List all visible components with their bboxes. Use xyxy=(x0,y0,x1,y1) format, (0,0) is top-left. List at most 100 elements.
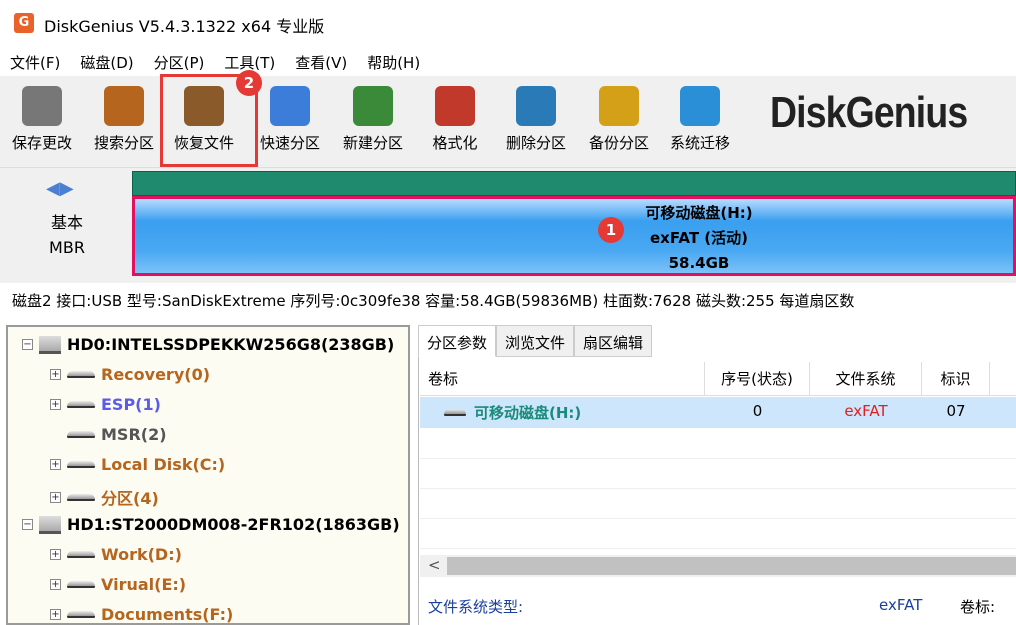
tree-label: Virual(E:) xyxy=(101,575,187,594)
table-row[interactable]: 可移动磁盘(H:) 0 exFAT 07 xyxy=(420,397,1016,428)
tree-label: HD1:ST2000DM008-2FR102(1863GB) xyxy=(67,515,400,534)
expand-icon[interactable]: + xyxy=(50,369,61,380)
disk-type: 基本 MBR xyxy=(40,210,94,260)
tree-label: ESP(1) xyxy=(101,395,161,414)
save-icon xyxy=(22,86,62,126)
tree-disk[interactable]: − HD0:INTELSSDPEKKW256G8(238GB) xyxy=(22,335,394,354)
toolbar-button-system-migrate[interactable]: 系统迁移 xyxy=(660,82,740,164)
partition-size: 58.4GB xyxy=(668,254,730,272)
volume-icon xyxy=(67,581,95,588)
col-filesystem[interactable]: 文件系统 xyxy=(810,362,922,395)
disk-bar xyxy=(132,171,1016,196)
volume-icon xyxy=(67,611,95,618)
table-header: 卷标 序号(状态) 文件系统 标识 xyxy=(420,362,1016,396)
toolbar-label: 系统迁移 xyxy=(669,134,730,152)
row-id: 07 xyxy=(946,402,966,420)
collapse-icon[interactable]: − xyxy=(22,339,33,350)
disk-tree[interactable]: − HD0:INTELSSDPEKKW256G8(238GB) + Recovery(… xyxy=(6,325,410,625)
collapse-icon[interactable]: − xyxy=(22,519,33,530)
row-fs: exFAT xyxy=(844,402,888,420)
diskgenius-logo: DiskGenius xyxy=(770,88,968,137)
disk-type-mbr: MBR xyxy=(49,238,85,257)
toolbar-label: 快速分区 xyxy=(259,134,320,152)
fs-type-label: 文件系统类型: xyxy=(428,598,524,616)
tree-label: Recovery(0) xyxy=(101,365,211,384)
tree-partition[interactable]: + ESP(1) xyxy=(50,395,161,414)
tree-label: Documents(F:) xyxy=(101,605,234,624)
app-logo-icon: G xyxy=(14,13,34,33)
toolbar-button-backup-partition[interactable]: 备份分区 xyxy=(579,82,659,164)
toolbar-button-delete-partition[interactable]: 删除分区 xyxy=(496,82,576,164)
toolbar-label: 搜索分区 xyxy=(93,134,154,152)
row-name: 可移动磁盘(H:) xyxy=(474,404,582,422)
format-icon xyxy=(435,86,475,126)
tree-partition[interactable]: MSR(2) xyxy=(50,425,167,444)
tree-partition[interactable]: + Work(D:) xyxy=(50,545,182,564)
volume-label: 卷标: xyxy=(960,598,996,616)
tree-partition[interactable]: + Local Disk(C:) xyxy=(50,455,225,474)
volume-icon xyxy=(67,493,95,501)
tree-partition[interactable]: + Documents(F:) xyxy=(50,605,233,624)
volume-icon xyxy=(444,409,466,416)
hard-disk-icon xyxy=(39,335,61,354)
partition-name: 可移动磁盘(H:) xyxy=(645,204,753,222)
tab-bar: 分区参数 浏览文件 扇区编辑 xyxy=(418,325,653,357)
menu-help[interactable]: 帮助(H) xyxy=(357,46,430,76)
fs-type-value: exFAT xyxy=(879,596,923,614)
tab-browse-files[interactable]: 浏览文件 xyxy=(496,325,575,357)
delete-partition-icon xyxy=(516,86,556,126)
partition-fs: exFAT (活动) xyxy=(650,229,748,247)
hard-disk-icon xyxy=(39,515,61,534)
quick-partition-icon xyxy=(270,86,310,126)
expand-icon[interactable]: + xyxy=(50,459,61,470)
menu-file[interactable]: 文件(F) xyxy=(0,46,70,76)
new-partition-icon xyxy=(353,86,393,126)
toolbar-button-new-partition[interactable]: 新建分区 xyxy=(333,82,413,164)
expand-icon[interactable]: + xyxy=(50,549,61,560)
toolbar-label: 保存更改 xyxy=(11,134,72,152)
toolbar-button-quick-partition[interactable]: 快速分区 xyxy=(250,82,330,164)
toolbar-label: 新建分区 xyxy=(342,134,403,152)
disk-nav-arrows-icon[interactable]: ◀▶ xyxy=(46,178,74,199)
toolbar-button-save[interactable]: 保存更改 xyxy=(2,82,82,164)
volume-icon xyxy=(67,551,95,558)
tree-label: MSR(2) xyxy=(101,425,167,444)
row-index: 0 xyxy=(752,402,763,420)
tree-disk[interactable]: − HD1:ST2000DM008-2FR102(1863GB) xyxy=(22,515,400,534)
window-title: DiskGenius V5.4.3.1322 x64 专业版 xyxy=(44,17,325,36)
tree-label: HD0:INTELSSDPEKKW256G8(238GB) xyxy=(67,335,395,354)
menu-disk[interactable]: 磁盘(D) xyxy=(70,46,143,76)
scrollbar-thumb[interactable] xyxy=(447,557,1016,575)
expand-icon[interactable]: + xyxy=(50,579,61,590)
expand-icon[interactable]: + xyxy=(50,399,61,410)
toolbar-label: 删除分区 xyxy=(505,134,566,152)
search-icon xyxy=(104,86,144,126)
volume-icon xyxy=(67,431,95,438)
tab-partition-params[interactable]: 分区参数 xyxy=(418,325,497,357)
disk-info-line: 磁盘2 接口:USB 型号:SanDiskExtreme 序列号:0c309fe… xyxy=(12,292,855,310)
partition-block[interactable]: 可移动磁盘(H:) exFAT (活动) 58.4GB xyxy=(132,196,1016,276)
step-badge-2: 2 xyxy=(236,70,262,96)
col-id[interactable]: 标识 xyxy=(922,362,990,395)
col-index[interactable]: 序号(状态) xyxy=(705,362,810,395)
menu-view[interactable]: 查看(V) xyxy=(285,46,357,76)
volume-icon xyxy=(67,461,95,468)
menu-partition[interactable]: 分区(P) xyxy=(144,46,215,76)
toolbar-button-search[interactable]: 搜索分区 xyxy=(84,82,164,164)
tree-label: Local Disk(C:) xyxy=(101,455,226,474)
toolbar-label: 备份分区 xyxy=(588,134,649,152)
tree-partition[interactable]: + Recovery(0) xyxy=(50,365,210,384)
system-migrate-icon xyxy=(680,86,720,126)
tab-sector-edit[interactable]: 扇区编辑 xyxy=(574,325,653,357)
disk-type-basic: 基本 xyxy=(50,213,83,232)
backup-partition-icon xyxy=(599,86,639,126)
tree-partition[interactable]: + Virual(E:) xyxy=(50,575,186,594)
col-volume-label[interactable]: 卷标 xyxy=(420,362,705,395)
tree-partition[interactable]: + 分区(4) xyxy=(50,485,159,509)
scroll-left-icon[interactable]: < xyxy=(428,556,441,574)
menu-bar: 文件(F) 磁盘(D) 分区(P) 工具(T) 查看(V) 帮助(H) xyxy=(0,46,1016,76)
toolbar-button-format[interactable]: 格式化 xyxy=(415,82,495,164)
expand-icon[interactable]: + xyxy=(50,491,61,503)
tree-label: Work(D:) xyxy=(101,545,182,564)
expand-icon[interactable]: + xyxy=(50,609,61,620)
